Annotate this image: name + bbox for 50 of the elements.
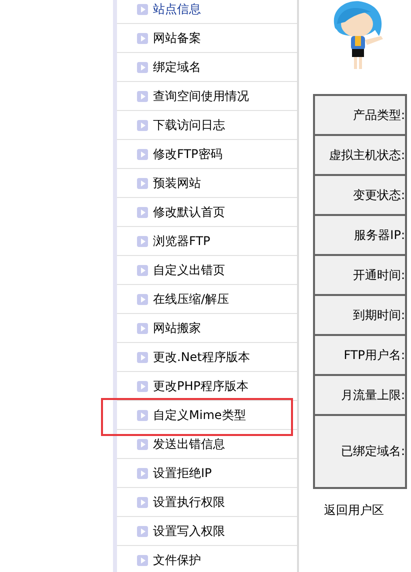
play-icon xyxy=(137,380,148,392)
menu-item[interactable]: 自定义Mime类型 xyxy=(117,401,297,430)
play-icon xyxy=(137,206,148,218)
menu-item[interactable]: 设置拒绝IP xyxy=(117,459,297,488)
table-cell: 变更状态: xyxy=(314,175,406,215)
play-icon xyxy=(137,410,148,420)
table-cell: FTP用户名: xyxy=(314,335,406,375)
play-icon xyxy=(137,468,148,478)
table-cell: 开通时间: xyxy=(314,255,406,295)
play-icon xyxy=(137,148,148,160)
play-icon xyxy=(137,526,148,536)
menu-item[interactable]: 站点信息 xyxy=(117,0,297,24)
play-icon xyxy=(137,438,148,450)
play-icon xyxy=(137,32,148,44)
play-icon xyxy=(137,496,148,508)
menu-item[interactable]: 发送出错信息 xyxy=(117,430,297,459)
menu-item[interactable]: 网站搬家 xyxy=(117,314,297,343)
table-cell: 到期时间: xyxy=(314,295,406,335)
table-cell: 服务器IP: xyxy=(314,215,406,255)
menu-item[interactable]: 在线压缩/解压 xyxy=(117,285,297,314)
play-icon xyxy=(137,120,148,130)
play-icon xyxy=(137,352,148,362)
menu-item[interactable]: 网站备案 xyxy=(117,24,297,53)
menu-item[interactable]: 设置执行权限 xyxy=(117,488,297,517)
menu-item[interactable]: 更改PHP程序版本 xyxy=(117,372,297,401)
menu-item[interactable]: 预装网站 xyxy=(117,169,297,198)
play-icon xyxy=(137,4,148,14)
menu-item[interactable]: 修改FTP密码 xyxy=(117,140,297,169)
back-link[interactable]: 返回用户区 xyxy=(324,502,384,519)
play-icon xyxy=(137,264,148,276)
menu-item[interactable]: 下载访问日志 xyxy=(117,111,297,140)
menu-item[interactable]: 查询空间使用情况 xyxy=(117,82,297,111)
table-cell: 月流量上限: xyxy=(314,375,406,415)
play-icon xyxy=(137,322,148,334)
play-icon xyxy=(137,294,148,304)
menu-item[interactable]: 自定义出错页 xyxy=(117,256,297,285)
menu-item[interactable]: 浏览器FTP xyxy=(117,227,297,256)
play-icon xyxy=(137,554,148,566)
play-icon xyxy=(137,178,148,188)
table-cell: 产品类型: xyxy=(314,95,406,135)
menu-item[interactable]: 修改默认首页 xyxy=(117,198,297,227)
play-icon xyxy=(137,90,148,102)
play-icon xyxy=(137,62,148,72)
table-cell: 虚拟主机状态: xyxy=(314,135,406,175)
play-icon xyxy=(137,236,148,246)
table-cell: 已绑定域名: xyxy=(314,415,406,488)
menu-item[interactable]: 设置写入权限 xyxy=(117,517,297,546)
menu-item[interactable]: 更改.Net程序版本 xyxy=(117,343,297,372)
menu-item[interactable]: 绑定域名 xyxy=(117,53,297,82)
menu-item[interactable]: 文件保护 xyxy=(117,546,297,572)
